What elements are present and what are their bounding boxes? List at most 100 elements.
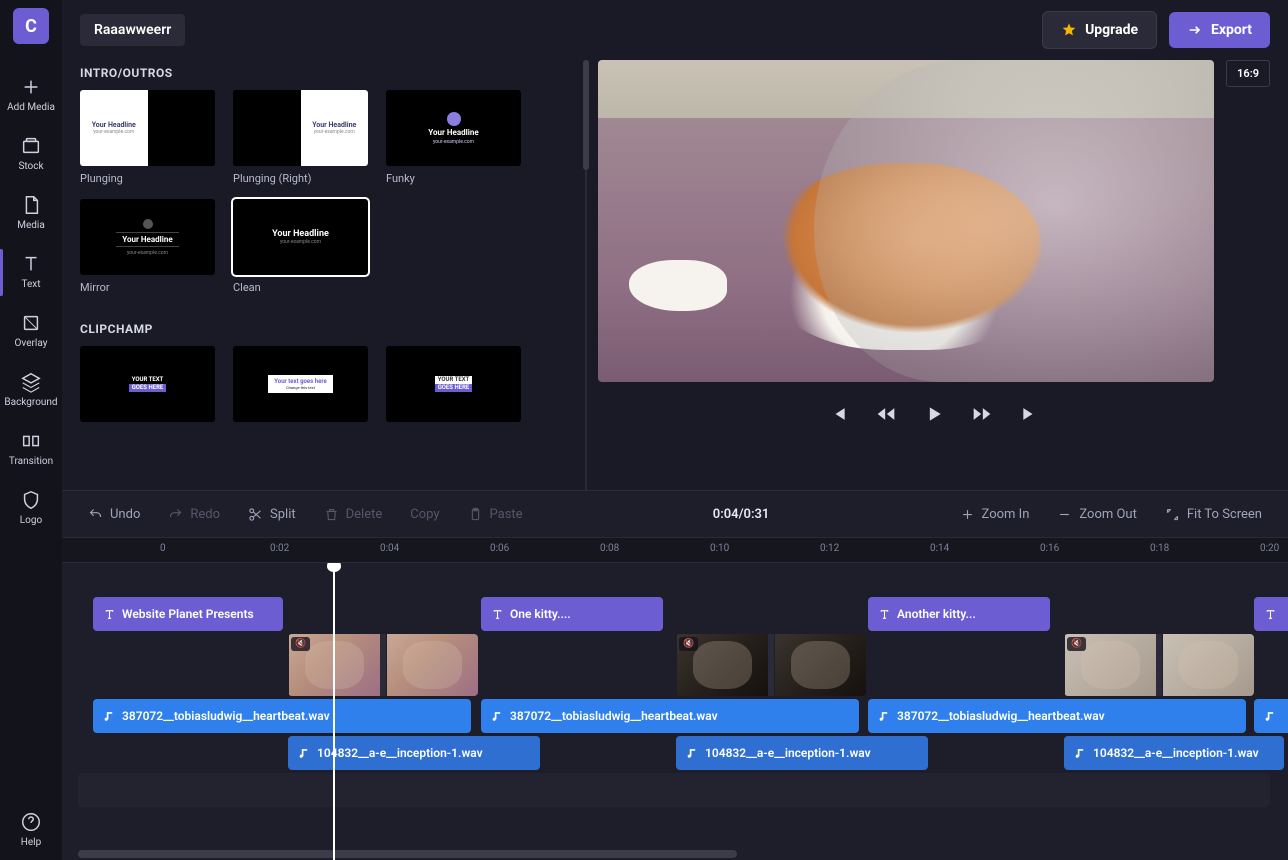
project-title[interactable]: Raaawweerr: [80, 14, 185, 46]
mute-icon: 🔇: [679, 637, 698, 651]
sidebar-label: Logo: [20, 515, 42, 526]
ruler-tick: 0:10: [710, 543, 729, 554]
play-button[interactable]: [924, 404, 944, 424]
undo-button[interactable]: Undo: [76, 501, 152, 528]
timeline-body[interactable]: Website Planet Presents One kitty.... Anot…: [62, 563, 1288, 860]
zoom-in-button[interactable]: Zoom In: [948, 501, 1042, 528]
audio-track-1[interactable]: 387072__tobiasludwig__heartbeat.wav 38707…: [78, 699, 1288, 733]
export-label: Export: [1211, 22, 1252, 38]
timeline-toolbar: Undo Redo Split Delete Copy Paste 0:04/0…: [62, 491, 1288, 537]
section-title-clipchamp: CLIPCHAMP: [80, 322, 590, 336]
stock-icon: [20, 135, 42, 157]
audio-clip[interactable]: 387072__tobiasludwig__heartbeat.wav: [481, 699, 859, 733]
playhead[interactable]: [333, 563, 335, 860]
sidebar-item-overlay[interactable]: Overlay: [0, 302, 62, 361]
audio-clip[interactable]: 387072__tobiasludwig__heartbeat.wav: [868, 699, 1246, 733]
audio-clip[interactable]: 104832__a-e__inception-1.wav: [676, 736, 928, 770]
star-icon: [1061, 22, 1077, 38]
ruler-tick: 0:06: [490, 543, 509, 554]
sidebar-label: Help: [21, 837, 41, 848]
template-plunging[interactable]: Your Headlineyour-example.com Plunging: [80, 90, 215, 185]
paste-button[interactable]: Paste: [456, 501, 535, 528]
upgrade-button[interactable]: Upgrade: [1042, 11, 1157, 49]
template-label: Funky: [386, 172, 521, 185]
text-track[interactable]: Website Planet Presents One kitty.... Anot…: [78, 597, 1288, 631]
aspect-ratio-button[interactable]: 16:9: [1226, 60, 1270, 87]
plus-icon: [20, 76, 42, 98]
audio-clip[interactable]: [1254, 699, 1288, 733]
text-clip[interactable]: Website Planet Presents: [93, 597, 283, 631]
help-icon: [20, 811, 42, 833]
audio-clip[interactable]: 387072__tobiasludwig__heartbeat.wav: [93, 699, 471, 733]
text-clip[interactable]: One kitty....: [481, 597, 663, 631]
sidebar-label: Media: [17, 220, 45, 231]
sidebar-label: Overlay: [15, 338, 48, 349]
template-plunging-right[interactable]: Your Headlineyour-example.com Plunging (…: [233, 90, 368, 185]
export-button[interactable]: Export: [1169, 12, 1270, 48]
sidebar-label: Text: [21, 279, 40, 290]
template-library: INTRO/OUTROS Your Headlineyour-example.c…: [80, 60, 590, 490]
timeline-scrollbar[interactable]: [78, 850, 1276, 858]
timeline-ruler[interactable]: 00:020:040:060:080:100:120:140:160:180:2…: [62, 537, 1288, 563]
template-cc-1[interactable]: YOUR TEXTGOES HERE: [80, 346, 215, 422]
ruler-tick: 0:08: [600, 543, 619, 554]
skip-start-button[interactable]: [828, 404, 848, 424]
mute-icon: 🔇: [1067, 637, 1086, 651]
text-clip[interactable]: [1254, 597, 1288, 631]
app-logo[interactable]: C: [13, 8, 49, 44]
template-label: Plunging (Right): [233, 172, 368, 185]
ruler-tick: 0:02: [270, 543, 289, 554]
audio-clip[interactable]: 104832__a-e__inception-1.wav: [1064, 736, 1284, 770]
overlay-icon: [20, 312, 42, 334]
template-clean[interactable]: Your Headlineyour-example.com Clean: [233, 199, 368, 294]
template-label: Clean: [233, 281, 368, 294]
sidebar-label: Background: [4, 397, 57, 408]
template-funky[interactable]: Your Headlineyour-example.com Funky: [386, 90, 521, 185]
sidebar-label: Stock: [18, 161, 43, 172]
player-controls: [598, 382, 1270, 434]
text-clip[interactable]: Another kitty...: [868, 597, 1050, 631]
sidebar-item-logo[interactable]: Logo: [0, 479, 62, 538]
sidebar-item-text[interactable]: Text: [0, 243, 62, 302]
timecode: 0:04/0:31: [713, 507, 770, 522]
rewind-button[interactable]: [876, 404, 896, 424]
sidebar-item-media[interactable]: Media: [0, 184, 62, 243]
sidebar-item-transition[interactable]: Transition: [0, 420, 62, 479]
text-icon: [20, 253, 42, 275]
video-clip[interactable]: 🔇: [288, 634, 478, 696]
sidebar-label: Transition: [9, 456, 53, 467]
transition-icon: [20, 430, 42, 452]
section-title-intros: INTRO/OUTROS: [80, 66, 590, 80]
library-scrollbar[interactable]: [579, 60, 590, 490]
sidebar-item-help[interactable]: Help: [0, 801, 62, 860]
delete-button[interactable]: Delete: [312, 501, 395, 528]
video-clip[interactable]: 🔇: [1064, 634, 1254, 696]
split-button[interactable]: Split: [236, 501, 308, 528]
sidebar-item-background[interactable]: Background: [0, 361, 62, 420]
sidebar: C Add Media Stock Media Text Overlay Bac…: [0, 0, 62, 860]
audio-track-2[interactable]: 104832__a-e__inception-1.wav 104832__a-e_…: [78, 736, 1288, 770]
ruler-tick: 0:20: [1260, 543, 1279, 554]
zoom-out-button[interactable]: Zoom Out: [1045, 501, 1148, 528]
empty-track[interactable]: [78, 773, 1288, 807]
video-track[interactable]: 🔇 🔇 🔇: [78, 634, 1288, 696]
redo-button[interactable]: Redo: [156, 501, 232, 528]
video-preview[interactable]: [598, 60, 1214, 382]
template-label: Mirror: [80, 281, 215, 294]
skip-end-button[interactable]: [1020, 404, 1040, 424]
fit-to-screen-button[interactable]: Fit To Screen: [1153, 501, 1274, 528]
forward-button[interactable]: [972, 404, 992, 424]
audio-clip[interactable]: 104832__a-e__inception-1.wav: [288, 736, 540, 770]
mute-icon: 🔇: [291, 637, 310, 651]
ruler-tick: 0:04: [380, 543, 399, 554]
ruler-tick: 0:12: [820, 543, 839, 554]
video-clip[interactable]: 🔇: [676, 634, 866, 696]
copy-button[interactable]: Copy: [398, 501, 451, 528]
sidebar-item-stock[interactable]: Stock: [0, 125, 62, 184]
timeline: Undo Redo Split Delete Copy Paste 0:04/0…: [62, 490, 1288, 860]
preview-panel: 16:9: [598, 60, 1288, 490]
template-mirror[interactable]: Your Headlineyour-example.com Mirror: [80, 199, 215, 294]
sidebar-item-add-media[interactable]: Add Media: [0, 66, 62, 125]
template-cc-2[interactable]: Your text goes hereChange this text: [233, 346, 368, 422]
template-cc-3[interactable]: YOUR TEXTGOES HERE: [386, 346, 521, 422]
